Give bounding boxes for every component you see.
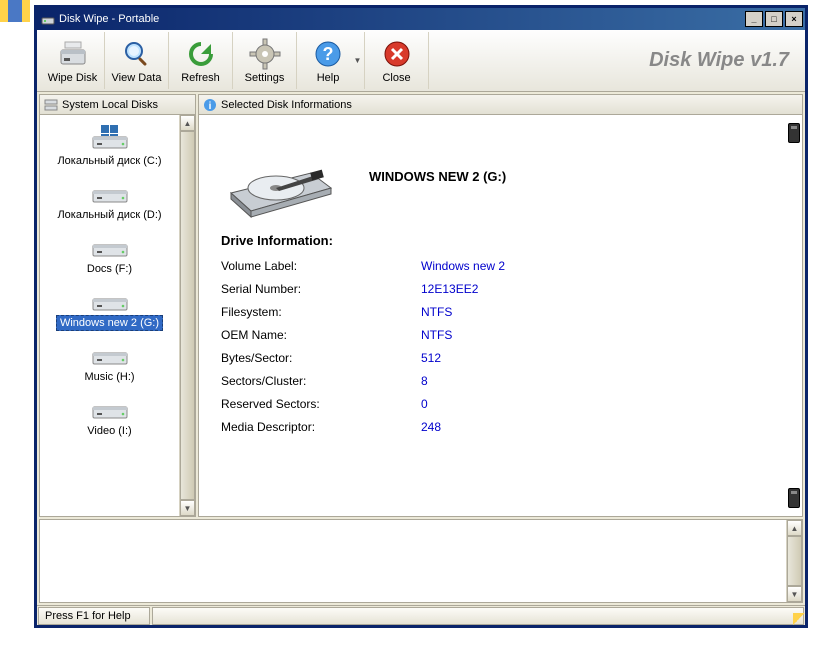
disk-list[interactable]: Локальный диск (C:) Локальный диск (D:) Do…	[40, 115, 179, 516]
refresh-icon	[185, 38, 217, 70]
maximize-button[interactable]: □	[765, 11, 783, 27]
disk-item[interactable]: Windows new 2 (G:)	[40, 283, 179, 335]
scroll-up-button[interactable]: ▲	[180, 115, 195, 131]
disk-item[interactable]: Локальный диск (D:)	[40, 175, 179, 227]
info-row: Sectors/Cluster:8	[221, 371, 764, 391]
disk-item[interactable]: Docs (F:)	[40, 229, 179, 281]
titlebar[interactable]: Disk Wipe - Portable _ □ ×	[37, 8, 805, 30]
drive-icon	[91, 125, 129, 151]
info-row: Filesystem:NTFS	[221, 302, 764, 322]
info-row: Bytes/Sector:512	[221, 348, 764, 368]
refresh-label: Refresh	[181, 72, 220, 84]
status-empty	[152, 607, 804, 625]
view-data-button[interactable]: View Data	[105, 32, 169, 89]
refresh-button[interactable]: Refresh	[169, 32, 233, 89]
drive-icon	[91, 179, 129, 205]
help-dropdown[interactable]: ▼	[351, 32, 365, 89]
info-value: NTFS	[421, 325, 452, 345]
disk-label: Video (I:)	[83, 423, 135, 439]
view-data-label: View Data	[112, 72, 162, 84]
wipe-disk-label: Wipe Disk	[48, 72, 98, 84]
sidebar-title: System Local Disks	[62, 99, 158, 111]
detail-panel: i Selected Disk Informations	[198, 94, 803, 517]
status-hint: Press F1 for Help	[38, 607, 150, 625]
close-icon	[381, 38, 413, 70]
drive-icon	[91, 287, 129, 313]
info-row: OEM Name:NTFS	[221, 325, 764, 345]
info-key: OEM Name:	[221, 325, 421, 345]
harddrive-icon	[221, 133, 341, 219]
resize-grip[interactable]	[793, 613, 805, 625]
settings-button[interactable]: Settings	[233, 32, 297, 89]
drive-icon	[91, 341, 129, 367]
disk-label: Локальный диск (C:)	[53, 153, 165, 169]
info-key: Reserved Sectors:	[221, 394, 421, 414]
svg-text:i: i	[209, 101, 212, 112]
disk-item[interactable]: Video (I:)	[40, 391, 179, 443]
window-title: Disk Wipe - Portable	[59, 13, 743, 25]
info-value: NTFS	[421, 302, 452, 322]
sidebar-header: System Local Disks	[40, 95, 195, 115]
info-row: Media Descriptor:248	[221, 417, 764, 437]
help-label: Help	[317, 72, 340, 84]
info-row: Volume Label:Windows new 2	[221, 256, 764, 276]
sidebar-panel: System Local Disks Локальный диск (C:)Ло…	[39, 94, 196, 517]
info-key: Serial Number:	[221, 279, 421, 299]
scroll-down-button[interactable]: ▼	[180, 500, 195, 516]
sidebar-scrollbar[interactable]: ▲ ▼	[179, 115, 195, 516]
info-value: Windows new 2	[421, 256, 505, 276]
disk-item[interactable]: Локальный диск (C:)	[40, 121, 179, 173]
drive-info-heading: Drive Information:	[221, 233, 764, 248]
drive-title: WINDOWS NEW 2 (G:)	[369, 169, 506, 184]
info-value: 512	[421, 348, 441, 368]
wipe-disk-button[interactable]: Wipe Disk	[41, 32, 105, 89]
drive-icon	[91, 395, 129, 421]
minimize-button[interactable]: _	[745, 11, 763, 27]
svg-text:?: ?	[323, 44, 334, 64]
disk-label: Music (H:)	[80, 369, 138, 385]
app-icon	[41, 12, 55, 26]
drive-info-table: Volume Label:Windows new 2Serial Number:…	[221, 256, 764, 506]
content-scroll-indicator[interactable]	[786, 115, 802, 516]
disk-label: Docs (F:)	[83, 261, 136, 277]
info-value: 8	[421, 371, 428, 391]
close-window-button[interactable]: ×	[785, 11, 803, 27]
help-button[interactable]: ? Help	[305, 32, 351, 89]
app-corner-badge	[0, 0, 30, 22]
toolbar: Wipe Disk View Data Refresh Settings	[37, 30, 805, 92]
log-scrollbar[interactable]: ▲ ▼	[786, 520, 802, 602]
disk-item[interactable]: Music (H:)	[40, 337, 179, 389]
close-button[interactable]: Close	[365, 32, 429, 89]
info-value: 248	[421, 417, 441, 437]
help-icon: ?	[312, 38, 344, 70]
statusbar: Press F1 for Help	[37, 605, 805, 625]
info-row: Reserved Sectors:0	[221, 394, 764, 414]
detail-header: i Selected Disk Informations	[199, 95, 802, 115]
disk-label: Windows new 2 (G:)	[56, 315, 163, 331]
scroll-down-button[interactable]: ▼	[787, 586, 802, 602]
info-key: Bytes/Sector:	[221, 348, 421, 368]
log-area[interactable]	[40, 520, 786, 602]
drive-icon	[91, 233, 129, 259]
info-key: Media Descriptor:	[221, 417, 421, 437]
magnifier-icon	[121, 38, 153, 70]
disk-label: Локальный диск (D:)	[53, 207, 165, 223]
main-window: Disk Wipe - Portable _ □ × Wipe Disk Vie…	[34, 5, 808, 628]
brand-label: Disk Wipe v1.7	[429, 32, 801, 89]
detail-title: Selected Disk Informations	[221, 99, 352, 111]
info-key: Filesystem:	[221, 302, 421, 322]
wipe-disk-icon	[57, 38, 89, 70]
gear-icon	[249, 38, 281, 70]
log-panel: ▲ ▼	[39, 519, 803, 603]
scroll-up-button[interactable]: ▲	[787, 520, 802, 536]
close-label: Close	[382, 72, 410, 84]
info-row: Serial Number:12E13EE2	[221, 279, 764, 299]
info-icon: i	[203, 98, 217, 112]
info-value: 0	[421, 394, 428, 414]
settings-label: Settings	[245, 72, 285, 84]
info-key: Sectors/Cluster:	[221, 371, 421, 391]
drives-icon	[44, 98, 58, 112]
info-value: 12E13EE2	[421, 279, 478, 299]
info-key: Volume Label:	[221, 256, 421, 276]
